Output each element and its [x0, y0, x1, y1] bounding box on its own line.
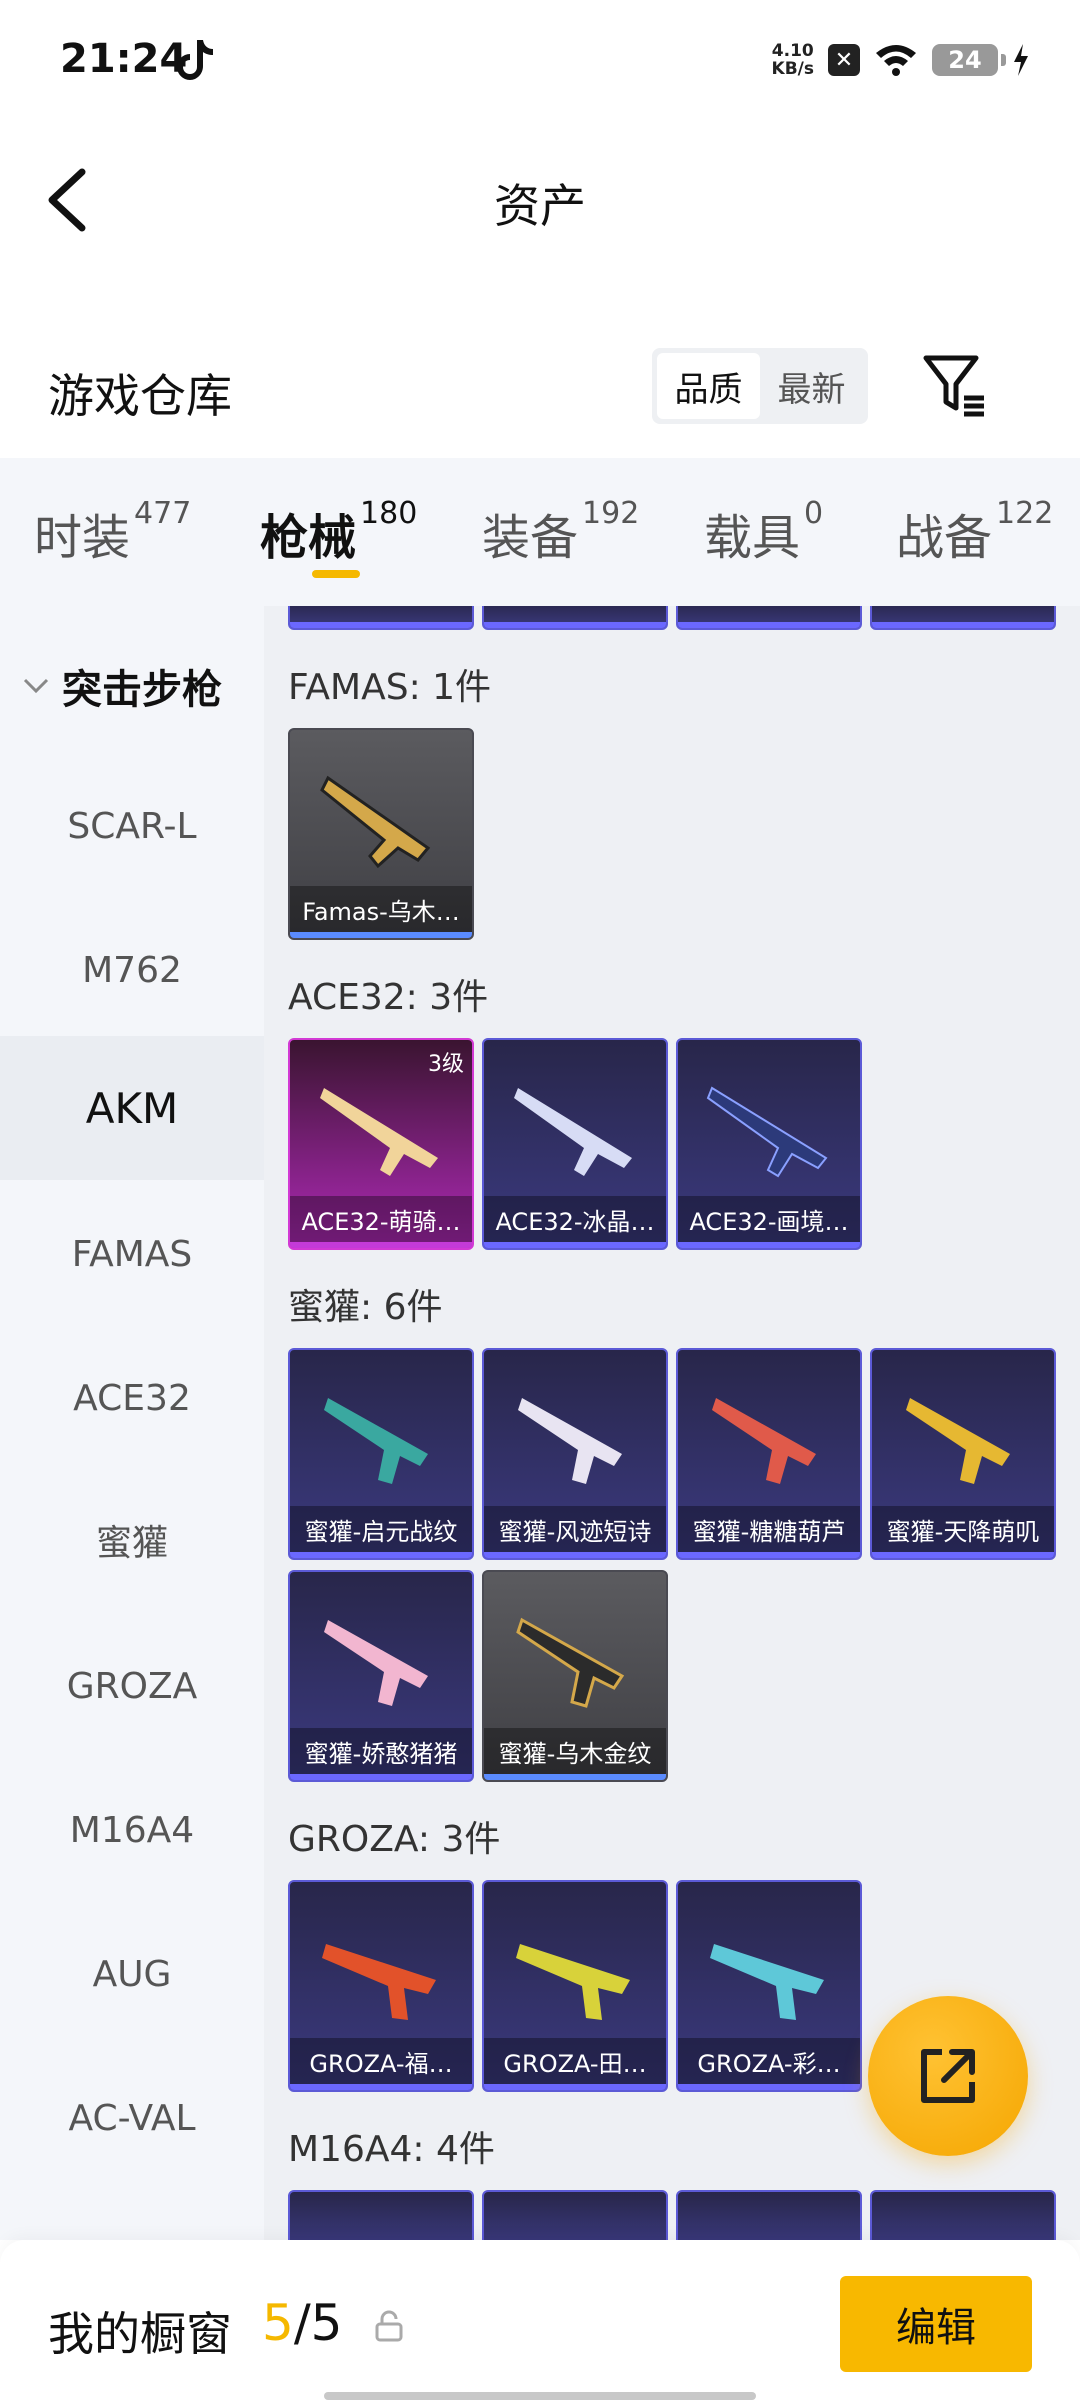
- rifle-icon: [516, 1944, 630, 2020]
- tab-combat-gear[interactable]: 战备 122: [896, 496, 1053, 568]
- tab-firearms[interactable]: 枪械 180: [260, 496, 417, 568]
- weapon-card[interactable]: 3级 ACE32-萌骑…: [288, 1038, 474, 1250]
- chevron-down-icon: [23, 678, 49, 694]
- sort-quality[interactable]: 品质: [657, 353, 760, 419]
- weapon-grid: FAMAS: 1件 Famas-乌木… ACE32: 3件 3级 ACE32-萌…: [264, 606, 1080, 2240]
- sidebar-item-m16a4[interactable]: M16A4: [0, 1758, 264, 1902]
- rifle-icon: [320, 1088, 438, 1176]
- smg-icon: [516, 1617, 625, 1708]
- weapon-card-partial[interactable]: [870, 606, 1056, 630]
- sort-toggle: 品质 最新: [652, 348, 868, 424]
- wifi-icon: [876, 45, 916, 76]
- weapon-card[interactable]: [870, 2190, 1056, 2240]
- weapon-card[interactable]: 蜜獾-天降萌叽: [870, 1348, 1056, 1560]
- app-header: 资产: [0, 130, 1080, 270]
- page-title: 资产: [494, 179, 586, 233]
- tiktok-icon: [177, 40, 213, 80]
- smg-icon: [324, 1398, 428, 1484]
- rifle-icon: [706, 1086, 828, 1178]
- group-title-m16a4: M16A4: 4件: [288, 2129, 495, 2170]
- home-indicator: [324, 2392, 756, 2400]
- weapon-card[interactable]: [676, 2190, 862, 2240]
- edit-button[interactable]: 编辑: [840, 2276, 1032, 2372]
- net-speed: 4.10 KB/s: [771, 41, 814, 79]
- smg-icon: [906, 1398, 1010, 1484]
- tab-vehicles[interactable]: 载具 0: [704, 496, 823, 568]
- section-title: 游戏仓库: [48, 369, 232, 423]
- sort-newest[interactable]: 最新: [760, 353, 863, 419]
- lock-icon: [375, 2310, 403, 2342]
- weapon-card[interactable]: 蜜獾-风迹短诗: [482, 1348, 668, 1560]
- weapon-card-partial[interactable]: [288, 606, 474, 630]
- weapon-card[interactable]: 蜜獾-糖糖葫芦: [676, 1348, 862, 1560]
- sidebar-item-scar-l[interactable]: SCAR-L: [0, 754, 264, 898]
- group-title-ace32: ACE32: 3件: [288, 977, 489, 1018]
- showcase-label: 我的橱窗: [48, 2307, 232, 2361]
- status-bar: 21:24 4.10 KB/s ✕ 24: [0, 0, 1080, 125]
- category-tabs: 时装 477 枪械 180 装备 192 载具 0 战备 122: [0, 458, 1080, 606]
- weapon-card[interactable]: GROZA-田…: [482, 1880, 668, 2092]
- weapon-card-partial[interactable]: [676, 606, 862, 630]
- rifle-icon: [710, 1944, 824, 2020]
- weapon-card[interactable]: 蜜獾-启元战纹: [288, 1348, 474, 1560]
- section-header: 游戏仓库 品质 最新: [0, 330, 1080, 450]
- battery-icon: 24: [932, 44, 1006, 76]
- sidebar-item-famas[interactable]: FAMAS: [0, 1182, 264, 1326]
- sidebar-item-honey-badger[interactable]: 蜜獾: [0, 1468, 264, 1612]
- weapon-card[interactable]: [482, 2190, 668, 2240]
- showcase-count: 5/5: [262, 2294, 343, 2352]
- weapon-card[interactable]: Famas-乌木…: [288, 728, 474, 940]
- rifle-icon: [322, 1944, 436, 2020]
- sidebar-item-akm[interactable]: AKM: [0, 1036, 264, 1180]
- share-button[interactable]: [868, 1996, 1028, 2156]
- external-link-icon: [921, 2049, 975, 2103]
- sidebar-item-ac-val[interactable]: AC-VAL: [0, 2046, 264, 2190]
- rifle-icon: [320, 775, 431, 869]
- group-title-groza: GROZA: 3件: [288, 1819, 501, 1860]
- filter-icon[interactable]: [920, 350, 990, 420]
- weapon-card[interactable]: GROZA-彩…: [676, 1880, 862, 2092]
- smg-icon: [324, 1620, 428, 1706]
- sidebar-item-aug[interactable]: AUG: [0, 1902, 264, 2046]
- group-title-famas: FAMAS: 1件: [288, 667, 492, 708]
- sidebar-item-groza[interactable]: GROZA: [0, 1614, 264, 1758]
- sidebar-item-ace32[interactable]: ACE32: [0, 1326, 264, 1470]
- tab-fashion[interactable]: 时装 477: [34, 496, 191, 568]
- notification-x-icon: ✕: [828, 44, 860, 76]
- sidebar-group-assault-rifles[interactable]: 突击步枪: [0, 646, 264, 726]
- tab-equipment[interactable]: 装备 192: [482, 496, 639, 568]
- status-time: 21:24: [60, 36, 188, 82]
- weapon-card[interactable]: ACE32-冰晶…: [482, 1038, 668, 1250]
- sidebar-item-m762[interactable]: M762: [0, 898, 264, 1042]
- weapon-card[interactable]: 蜜獾-娇憨猪猪: [288, 1570, 474, 1782]
- smg-icon: [712, 1398, 816, 1484]
- weapon-card[interactable]: [288, 2190, 474, 2240]
- weapon-card[interactable]: ACE32-画境…: [676, 1038, 862, 1250]
- weapon-card-partial[interactable]: [482, 606, 668, 630]
- weapon-card[interactable]: 蜜獾-乌木金纹: [482, 1570, 668, 1782]
- active-tab-indicator: [312, 570, 360, 578]
- group-title-honey-badger: 蜜獾: 6件: [288, 1287, 443, 1328]
- smg-icon: [518, 1398, 622, 1484]
- showcase-bar: 我的橱窗 5/5 编辑: [0, 2240, 1080, 2408]
- rifle-icon: [514, 1088, 632, 1176]
- weapon-sidebar: 突击步枪 SCAR-L M762 AKM FAMAS ACE32 蜜獾 GROZ…: [0, 606, 264, 2240]
- charging-icon: [1014, 44, 1028, 76]
- weapon-card[interactable]: GROZA-福…: [288, 1880, 474, 2092]
